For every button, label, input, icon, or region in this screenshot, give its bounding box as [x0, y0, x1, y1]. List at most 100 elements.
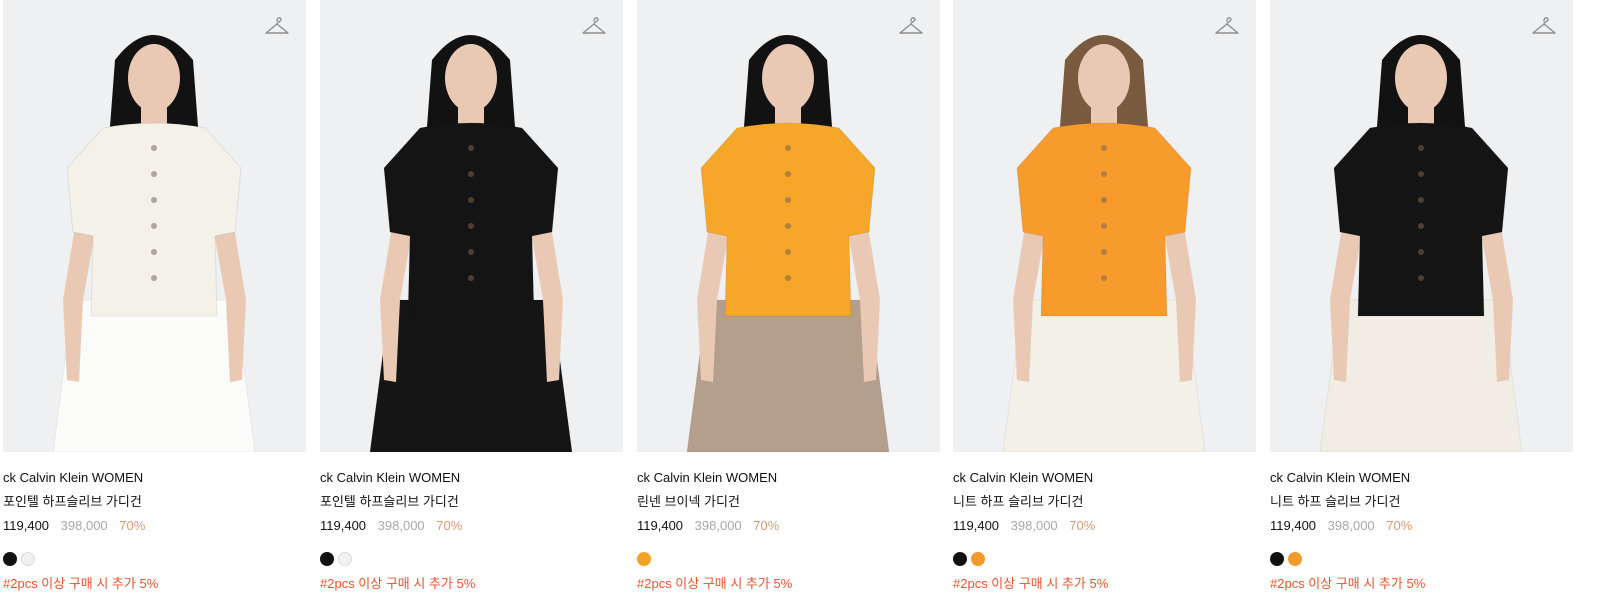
- original-price: 398,000: [694, 518, 742, 533]
- sale-price: 119,400: [637, 518, 684, 533]
- garment-button: [151, 223, 157, 229]
- model-photo: [686, 35, 890, 452]
- garment-button: [468, 145, 474, 151]
- promo-text: #2pcs 이상 구매 시 추가 5%: [953, 576, 1109, 591]
- model-bottom: [686, 299, 890, 452]
- model-top: [1333, 122, 1509, 317]
- product-image[interactable]: [1270, 0, 1573, 452]
- model-face: [762, 44, 814, 112]
- color-swatch[interactable]: [338, 552, 352, 566]
- color-swatch[interactable]: [21, 552, 35, 566]
- garment-button: [1101, 171, 1107, 177]
- model-bottom: [369, 299, 573, 452]
- model-top: [66, 122, 242, 317]
- discount-rate: 70%: [1386, 518, 1413, 533]
- promo-text: #2pcs 이상 구매 시 추가 5%: [320, 576, 476, 591]
- color-swatches: [3, 552, 306, 566]
- hanger-icon[interactable]: [581, 14, 607, 36]
- product-name[interactable]: 포인텔 하프슬리브 가디건: [320, 494, 623, 510]
- discount-rate: 70%: [436, 518, 463, 533]
- product-name[interactable]: 린넨 브이넥 가디건: [637, 494, 940, 510]
- color-swatches: [320, 552, 623, 566]
- product-card[interactable]: ck Calvin Klein WOMEN 포인텔 하프슬리브 가디건 119,…: [320, 0, 623, 592]
- color-swatch[interactable]: [971, 552, 985, 566]
- garment-button: [151, 197, 157, 203]
- product-image[interactable]: [953, 0, 1256, 452]
- product-card[interactable]: ck Calvin Klein WOMEN 포인텔 하프슬리브 가디건 119,…: [3, 0, 306, 592]
- hanger-icon[interactable]: [1214, 14, 1240, 36]
- model-top: [383, 122, 559, 317]
- promo-text: #2pcs 이상 구매 시 추가 5%: [3, 576, 159, 591]
- garment-button: [1418, 223, 1424, 229]
- garment-button: [1418, 275, 1424, 281]
- garment-button: [785, 171, 791, 177]
- promo-text: #2pcs 이상 구매 시 추가 5%: [1270, 576, 1426, 591]
- garment-button: [468, 197, 474, 203]
- garment-button: [1101, 145, 1107, 151]
- garment-button: [1418, 171, 1424, 177]
- color-swatch[interactable]: [1270, 552, 1284, 566]
- product-grid: ck Calvin Klein WOMEN 포인텔 하프슬리브 가디건 119,…: [0, 0, 1607, 599]
- original-price: 398,000: [1010, 518, 1058, 533]
- sale-price: 119,400: [1270, 518, 1317, 533]
- garment-button: [1101, 275, 1107, 281]
- garment-button: [1101, 223, 1107, 229]
- price-row: 119,400 398,000 70%: [320, 518, 623, 534]
- model-photo: [1002, 35, 1206, 452]
- original-price: 398,000: [377, 518, 425, 533]
- model-photo: [369, 35, 573, 452]
- product-name[interactable]: 포인텔 하프슬리브 가디건: [3, 494, 306, 510]
- color-swatch[interactable]: [3, 552, 17, 566]
- color-swatches: [1270, 552, 1573, 566]
- color-swatch[interactable]: [637, 552, 651, 566]
- price-row: 119,400 398,000 70%: [3, 518, 306, 534]
- model-photo: [1319, 35, 1523, 452]
- product-brand[interactable]: ck Calvin Klein WOMEN: [3, 470, 306, 486]
- color-swatch[interactable]: [1288, 552, 1302, 566]
- discount-rate: 70%: [119, 518, 146, 533]
- model-top: [700, 122, 876, 317]
- model-bottom: [1319, 299, 1523, 452]
- product-card[interactable]: ck Calvin Klein WOMEN 린넨 브이넥 가디건 119,400…: [637, 0, 940, 592]
- product-brand[interactable]: ck Calvin Klein WOMEN: [320, 470, 623, 486]
- garment-button: [468, 249, 474, 255]
- product-brand[interactable]: ck Calvin Klein WOMEN: [1270, 470, 1573, 486]
- garment-button: [151, 275, 157, 281]
- model-bottom: [1002, 299, 1206, 452]
- product-card[interactable]: ck Calvin Klein WOMEN 니트 하프 슬리브 가디건 119,…: [1270, 0, 1573, 592]
- sale-price: 119,400: [320, 518, 367, 533]
- model-face: [1078, 44, 1130, 112]
- model-bottom: [52, 299, 256, 452]
- price-row: 119,400 398,000 70%: [953, 518, 1256, 534]
- garment-button: [785, 223, 791, 229]
- product-name[interactable]: 니트 하프 슬리브 가디건: [953, 494, 1256, 510]
- original-price: 398,000: [60, 518, 108, 533]
- garment-button: [785, 249, 791, 255]
- color-swatch[interactable]: [320, 552, 334, 566]
- product-image[interactable]: [320, 0, 623, 452]
- discount-rate: 70%: [1069, 518, 1096, 533]
- color-swatch[interactable]: [953, 552, 967, 566]
- garment-button: [1418, 145, 1424, 151]
- garment-button: [1418, 197, 1424, 203]
- sale-price: 119,400: [953, 518, 1000, 533]
- hanger-icon[interactable]: [264, 14, 290, 36]
- product-image[interactable]: [3, 0, 306, 452]
- garment-button: [785, 275, 791, 281]
- product-name[interactable]: 니트 하프 슬리브 가디건: [1270, 494, 1573, 510]
- garment-button: [1101, 249, 1107, 255]
- garment-button: [468, 171, 474, 177]
- color-swatches: [637, 552, 940, 566]
- product-brand[interactable]: ck Calvin Klein WOMEN: [953, 470, 1256, 486]
- model-photo: [52, 35, 256, 452]
- hanger-icon[interactable]: [898, 14, 924, 36]
- garment-button: [151, 249, 157, 255]
- garment-button: [785, 197, 791, 203]
- garment-button: [1101, 197, 1107, 203]
- product-brand[interactable]: ck Calvin Klein WOMEN: [637, 470, 940, 486]
- product-card[interactable]: ck Calvin Klein WOMEN 니트 하프 슬리브 가디건 119,…: [953, 0, 1256, 592]
- hanger-icon[interactable]: [1531, 14, 1557, 36]
- sale-price: 119,400: [3, 518, 50, 533]
- price-row: 119,400 398,000 70%: [637, 518, 940, 534]
- product-image[interactable]: [637, 0, 940, 452]
